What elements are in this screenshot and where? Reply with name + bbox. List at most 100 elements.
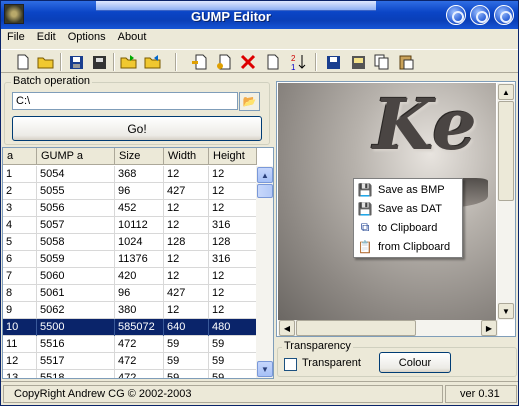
cell-index: 13 <box>3 370 37 378</box>
close-icon[interactable] <box>494 5 514 25</box>
cell-size: 368 <box>115 166 164 183</box>
title-bar[interactable]: GUMP Editor <box>1 1 518 29</box>
table-row[interactable]: 5 5058 1024 128 128 <box>3 234 257 251</box>
save-all-icon[interactable] <box>90 53 108 71</box>
sort-icon[interactable]: 21 <box>289 53 307 71</box>
colour-button[interactable]: Colour <box>379 352 451 373</box>
table-row[interactable]: 8 5061 96 427 12 <box>3 285 257 302</box>
cell-height: 12 <box>209 166 257 183</box>
viewer-vscrollbar[interactable]: ▲ ▼ <box>497 83 515 320</box>
cell-width: 59 <box>164 370 209 378</box>
transparent-checkbox[interactable] <box>284 358 297 371</box>
copy-icon[interactable] <box>373 53 391 71</box>
new-file-icon[interactable] <box>14 53 32 71</box>
gump-table[interactable]: a GUMP a Size Width Height 1 5054 368 12 12 2… <box>2 147 274 379</box>
cell-index: 9 <box>3 302 37 319</box>
ctx-save-bmp[interactable]: 💾 Save as BMP <box>356 180 460 199</box>
open-folder-icon[interactable] <box>37 53 55 71</box>
transparent-label: Transparent <box>302 357 361 369</box>
scroll-down-icon[interactable]: ▼ <box>257 361 273 377</box>
ctx-save-dat[interactable]: 💾 Save as DAT <box>356 199 460 218</box>
cell-gump: 5062 <box>37 302 115 319</box>
scroll-right-icon[interactable]: ▶ <box>481 320 497 336</box>
cell-size: 96 <box>115 183 164 200</box>
cell-width: 12 <box>164 166 209 183</box>
cell-height: 12 <box>209 302 257 319</box>
table-row[interactable]: 10 5500 585072 640 480 <box>3 319 257 336</box>
cell-size: 472 <box>115 336 164 353</box>
insert-icon[interactable] <box>191 53 209 71</box>
scroll-left-icon[interactable]: ◀ <box>279 320 295 336</box>
toolbar-separator <box>175 53 177 71</box>
table-row[interactable]: 9 5062 380 12 12 <box>3 302 257 319</box>
menu-about[interactable]: About <box>112 29 153 47</box>
scroll-up-icon[interactable]: ▲ <box>498 84 514 100</box>
column-header-index[interactable]: a <box>3 148 37 165</box>
cell-gump: 5057 <box>37 217 115 234</box>
cell-gump: 5055 <box>37 183 115 200</box>
cell-index: 10 <box>3 319 37 336</box>
paste-icon[interactable] <box>397 53 415 71</box>
save-dat-icon[interactable] <box>349 53 367 71</box>
scroll-thumb[interactable] <box>296 320 416 336</box>
cell-gump: 5060 <box>37 268 115 285</box>
column-header-width[interactable]: Width <box>164 148 209 165</box>
scroll-thumb[interactable] <box>498 101 514 201</box>
go-button[interactable]: Go! <box>12 116 262 141</box>
maximize-icon[interactable] <box>470 5 490 25</box>
toolbar-separator <box>315 53 317 71</box>
cell-gump: 5500 <box>37 319 115 336</box>
cell-width: 128 <box>164 234 209 251</box>
cell-index: 3 <box>3 200 37 217</box>
ctx-from-clipboard[interactable]: 📋 from Clipboard <box>356 237 460 256</box>
cell-size: 380 <box>115 302 164 319</box>
context-menu: 💾 Save as BMP 💾 Save as DAT ⧉ to Clipboard … <box>353 178 463 258</box>
table-row[interactable]: 11 5516 472 59 59 <box>3 336 257 353</box>
column-header-size[interactable]: Size <box>115 148 164 165</box>
cell-gump: 5061 <box>37 285 115 302</box>
minimize-icon[interactable] <box>446 5 466 25</box>
delete-icon[interactable] <box>239 53 257 71</box>
column-header-height[interactable]: Height <box>209 148 257 165</box>
status-bar: CopyRight Andrew CG © 2002-2003 ver 0.31 <box>1 381 518 405</box>
window-title: GUMP Editor <box>191 9 271 24</box>
cell-gump: 5518 <box>37 370 115 378</box>
table-row[interactable]: 3 5056 452 12 12 <box>3 200 257 217</box>
import-icon[interactable] <box>144 53 162 71</box>
app-icon[interactable] <box>4 4 24 24</box>
scroll-up-icon[interactable]: ▲ <box>257 167 273 183</box>
menu-edit[interactable]: Edit <box>31 29 62 47</box>
table-row[interactable]: 7 5060 420 12 12 <box>3 268 257 285</box>
save-icon[interactable] <box>67 53 85 71</box>
scroll-down-icon[interactable]: ▼ <box>498 303 514 319</box>
table-row[interactable]: 13 5518 472 59 59 <box>3 370 257 378</box>
menu-file[interactable]: File <box>1 29 31 47</box>
export-icon[interactable] <box>120 53 138 71</box>
ctx-label: Save as DAT <box>378 202 442 215</box>
batch-path-input[interactable] <box>12 92 238 110</box>
table-row[interactable]: 6 5059 11376 12 316 <box>3 251 257 268</box>
save-dat-icon: 💾 <box>357 201 373 216</box>
table-row[interactable]: 1 5054 368 12 12 <box>3 166 257 183</box>
menu-options[interactable]: Options <box>62 29 112 47</box>
add-icon[interactable] <box>215 53 233 71</box>
ctx-to-clipboard[interactable]: ⧉ to Clipboard <box>356 218 460 237</box>
table-row[interactable]: 4 5057 10112 12 316 <box>3 217 257 234</box>
table-row[interactable]: 2 5055 96 427 12 <box>3 183 257 200</box>
svg-text:1: 1 <box>291 63 296 71</box>
cell-size: 10112 <box>115 217 164 234</box>
folder-icon: 📂 <box>242 96 257 108</box>
blank-page-icon[interactable] <box>264 53 282 71</box>
scroll-thumb[interactable] <box>257 184 273 198</box>
table-scrollbar[interactable]: ▲ ▼ <box>256 166 273 378</box>
viewer-hscrollbar[interactable]: ◀ ▶ <box>278 320 498 336</box>
cell-size: 472 <box>115 370 164 378</box>
browse-button[interactable]: 📂 <box>239 92 260 111</box>
cell-height: 12 <box>209 285 257 302</box>
cell-width: 59 <box>164 336 209 353</box>
ctx-label: Save as BMP <box>378 183 445 196</box>
cell-index: 1 <box>3 166 37 183</box>
table-row[interactable]: 12 5517 472 59 59 <box>3 353 257 370</box>
column-header-gump[interactable]: GUMP a <box>37 148 115 165</box>
save-bmp-icon[interactable] <box>324 53 342 71</box>
